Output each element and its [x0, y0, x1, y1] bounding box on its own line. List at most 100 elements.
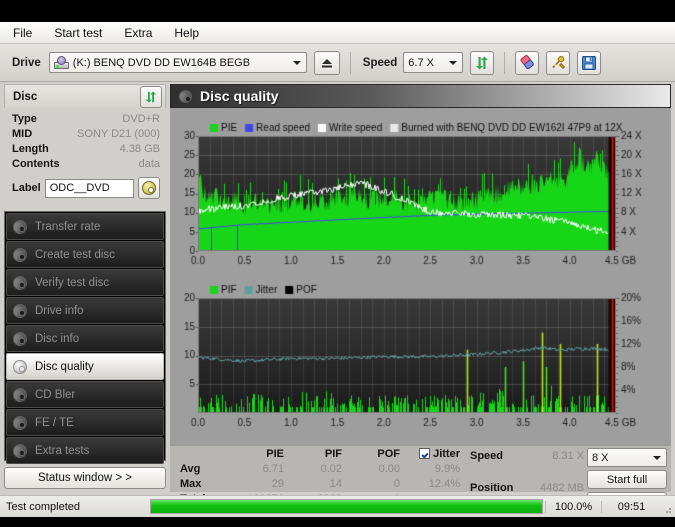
speed-select-value: 6.7 X: [408, 56, 434, 69]
column-header-jitter: Jitter: [400, 447, 460, 460]
menu-item-help[interactable]: Help: [171, 25, 202, 41]
disc-quality-panel: Disc quality: [170, 84, 671, 492]
sidebar-item-extra-tests[interactable]: Extra tests: [6, 437, 164, 464]
page-title: Disc quality: [200, 88, 279, 104]
menu-item-file[interactable]: File: [10, 25, 35, 41]
sidebar-item-verify-test-disc[interactable]: Verify test disc: [6, 269, 164, 296]
disc-info-value: 4.38 GB: [119, 142, 160, 155]
speed-key: Speed: [470, 449, 504, 462]
column-header-pie: PIE: [266, 447, 284, 460]
disc-info-key: Type: [12, 112, 37, 125]
position-key: Position: [470, 481, 514, 494]
sidebar-item-drive-info[interactable]: Drive info: [6, 297, 164, 324]
disc-label-button[interactable]: [138, 177, 160, 199]
stat-row-speed: Speed 8.31 X: [470, 448, 590, 463]
disc-icon: [13, 247, 27, 262]
resize-grip-icon[interactable]: [661, 500, 675, 514]
sidebar-item-label: Extra tests: [35, 444, 90, 457]
toolbar-divider: [349, 51, 351, 74]
tools-icon: [552, 56, 565, 70]
sidebar-item-disc-info[interactable]: Disc info: [6, 325, 164, 352]
stat-row-position: Position 4482 MB: [470, 480, 590, 495]
erase-button[interactable]: [515, 50, 540, 75]
disc-icon: [13, 275, 27, 290]
disc-quality-header: Disc quality: [170, 84, 671, 108]
cell-avg-pof: 0.00: [378, 462, 400, 475]
cell-avg-pie: 6.71: [262, 462, 284, 475]
row-header-max: Max: [180, 477, 202, 490]
column-header-jitter-label: Jitter: [433, 447, 460, 460]
sidebar-item-label: CD Bler: [35, 388, 76, 401]
left-panel: Disc Type DVD+R MID SONY D21 (000) Lengt…: [4, 84, 166, 492]
sidebar-item-label: Verify test disc: [35, 276, 110, 289]
disc-icon: [13, 443, 27, 458]
table-row: Avg 6.71 0.02 0.00 9.9%: [174, 461, 464, 476]
disc-quality-charts[interactable]: [170, 108, 671, 446]
toolbar: Drive (K:) BENQ DVD DD EW164B BEGB Speed…: [0, 44, 675, 82]
tools-button[interactable]: [546, 50, 571, 75]
speed-label: Speed: [362, 56, 398, 69]
disc-icon: [13, 387, 27, 402]
disc-panel-title: Disc: [13, 90, 38, 103]
disc-label-key: Label: [12, 182, 41, 194]
test-speed-value: 8 X: [592, 451, 609, 464]
row-header-avg: Avg: [180, 462, 201, 475]
speed-select[interactable]: 6.7 X: [403, 52, 464, 73]
disc-refresh-button[interactable]: [140, 85, 162, 108]
drive-select[interactable]: (K:) BENQ DVD DD EW164B BEGB: [48, 52, 307, 73]
disc-info-key: Length: [12, 142, 49, 155]
disc-info-value: SONY D21 (000): [77, 127, 160, 140]
cd-icon: [142, 181, 156, 195]
sidebar-item-label: Disc quality: [35, 360, 94, 373]
disc-label-input[interactable]: ODC__DVD: [44, 178, 134, 198]
disc-icon: [13, 219, 27, 234]
chevron-down-icon: [292, 60, 301, 65]
sidebar-item-transfer-rate[interactable]: Transfer rate: [6, 213, 164, 240]
refresh-icon: [476, 56, 489, 69]
sidebar-item-label: Disc info: [35, 332, 80, 345]
sidebar-item-fe-te[interactable]: FE / TE: [6, 409, 164, 436]
sidebar-item-cd-bler[interactable]: CD Bler: [6, 381, 164, 408]
menu-bar: File Start test Extra Help: [0, 22, 675, 44]
speed-value: 8.31 X: [552, 449, 584, 462]
column-header-pif: PIF: [324, 447, 342, 460]
charts-container: [170, 108, 671, 446]
eject-button[interactable]: [313, 50, 340, 75]
disc-info-value: data: [138, 157, 160, 170]
progress-bar-fill: [151, 500, 542, 513]
cell-max-pof: 0: [393, 477, 400, 490]
disc-icon: [13, 415, 27, 430]
eraser-icon: [520, 55, 534, 70]
menu-item-start-test[interactable]: Start test: [51, 25, 105, 41]
sidebar-item-create-test-disc[interactable]: Create test disc: [6, 241, 164, 268]
disc-info-key: MID: [12, 127, 33, 140]
refresh-button[interactable]: [470, 50, 495, 75]
test-speed-select[interactable]: 8 X: [587, 448, 667, 467]
eject-icon: [321, 58, 332, 67]
sidebar-item-label: Transfer rate: [35, 220, 101, 233]
status-window-button[interactable]: Status window > >: [4, 467, 166, 489]
sidebar-item-disc-quality[interactable]: Disc quality: [6, 353, 164, 380]
refresh-icon: [145, 90, 157, 103]
sidebar-item-label: FE / TE: [35, 416, 74, 429]
save-icon: [582, 55, 597, 70]
jitter-checkbox[interactable]: [419, 447, 431, 459]
drive-label: Drive: [12, 56, 41, 69]
disc-info-row-length: Length 4.38 GB: [12, 141, 160, 156]
sidebar-item-label: Create test disc: [35, 248, 115, 261]
start-full-button[interactable]: Start full: [587, 470, 667, 489]
test-nav-list: Transfer rate Create test disc Verify te…: [4, 211, 166, 464]
save-button[interactable]: [577, 50, 602, 75]
cell-max-jitter: 12.4%: [428, 477, 460, 490]
cell-avg-pif: 0.02: [320, 462, 342, 475]
disc-info-row-mid: MID SONY D21 (000): [12, 126, 160, 141]
status-bar: Test completed 100.0% 09:51: [0, 495, 675, 517]
menu-item-extra[interactable]: Extra: [121, 25, 155, 41]
cell-avg-jitter: 9.9%: [434, 462, 460, 475]
disc-info-row-contents: Contents data: [12, 156, 160, 171]
disc-icon: [13, 331, 27, 346]
disc-info-key: Contents: [12, 157, 60, 170]
statistics-panel: PIE PIF POF Jitter Avg 6.71 0.02 0.00 9.…: [170, 446, 671, 511]
chevron-down-icon: [653, 455, 661, 460]
